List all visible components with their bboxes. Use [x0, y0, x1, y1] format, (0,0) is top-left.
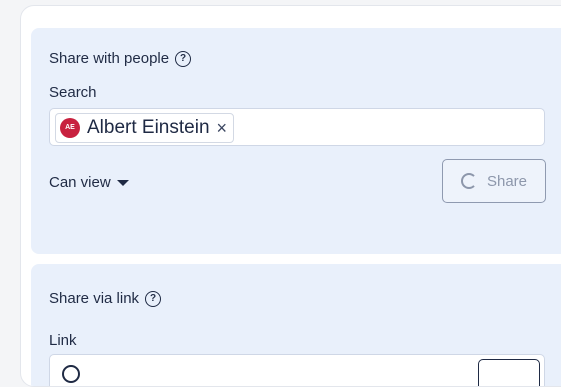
search-label: Search — [49, 84, 97, 101]
help-icon[interactable]: ? — [145, 290, 162, 307]
recipient-chip: AE Albert Einstein × — [55, 113, 235, 143]
permission-label: Can view — [49, 174, 111, 191]
share-button[interactable]: Share — [442, 159, 546, 203]
share-with-people-title: Share with people — [49, 50, 170, 67]
help-icon[interactable]: ? — [175, 50, 192, 67]
link-icon — [62, 365, 80, 383]
spinner-icon — [460, 173, 477, 189]
share-with-people-heading: Share with people ? — [49, 50, 192, 67]
link-label: Link — [49, 332, 77, 349]
permission-dropdown[interactable]: Can view — [49, 174, 129, 191]
recipient-name: Albert Einstein — [87, 117, 210, 138]
share-button-label: Share — [486, 172, 528, 190]
chevron-down-icon — [116, 179, 129, 186]
copy-button[interactable] — [478, 359, 540, 386]
share-via-link-panel: Share via link ? Link — [31, 264, 561, 386]
share-with-people-panel: Share with people ? Search AE Albert Ein… — [31, 28, 561, 254]
avatar: AE — [60, 118, 80, 138]
search-input[interactable]: AE Albert Einstein × — [49, 108, 545, 146]
share-dialog: Share with people ? Search AE Albert Ein… — [20, 5, 561, 387]
share-via-link-title: Share via link — [49, 290, 140, 307]
close-icon[interactable]: × — [217, 119, 228, 137]
share-via-link-heading: Share via link ? — [49, 290, 162, 307]
